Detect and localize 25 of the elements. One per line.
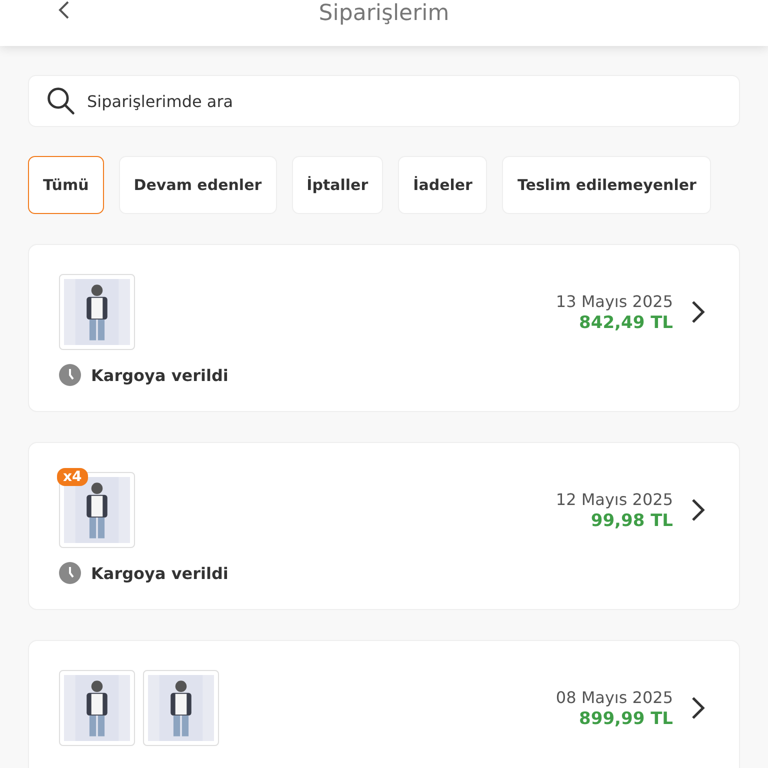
order-date: 08 Mayıs 2025 [556,688,673,706]
order-date: 13 Mayıs 2025 [556,292,673,310]
chevron-right-icon [691,300,705,324]
order-price: 842,49 TL [579,312,673,332]
chevron-right-icon [691,498,705,522]
page-title: Siparişlerim [318,2,450,26]
filter-tab[interactable]: Devam edenler [118,156,277,214]
quantity-badge: x4 [57,468,88,486]
order-card[interactable]: 08 Mayıs 2025 899,99 TL [28,640,740,768]
back-icon[interactable] [58,0,70,20]
order-price: 899,99 TL [579,708,673,728]
order-price: 99,98 TL [590,510,673,530]
order-status: Kargoya verildi [91,366,228,384]
filter-tab[interactable]: Tümü [28,156,104,214]
chevron-right-icon [691,696,705,720]
order-date: 12 Mayıs 2025 [556,490,673,508]
order-status: Kargoya verildi [91,564,228,582]
filter-tab[interactable]: Teslim edilemeyenler [502,156,712,214]
order-card[interactable]: x4 12 Mayıs 2025 99,98 TL Kargoya verildi [28,442,740,610]
clock-icon [59,562,81,584]
filter-tab[interactable]: İadeler [398,156,488,214]
order-card[interactable]: 13 Mayıs 2025 842,49 TL Kargoya verildi [28,244,740,412]
filter-tab[interactable]: İptaller [292,156,384,214]
search-field[interactable]: Siparişlerimde ara [28,75,740,127]
clock-icon [59,364,81,386]
